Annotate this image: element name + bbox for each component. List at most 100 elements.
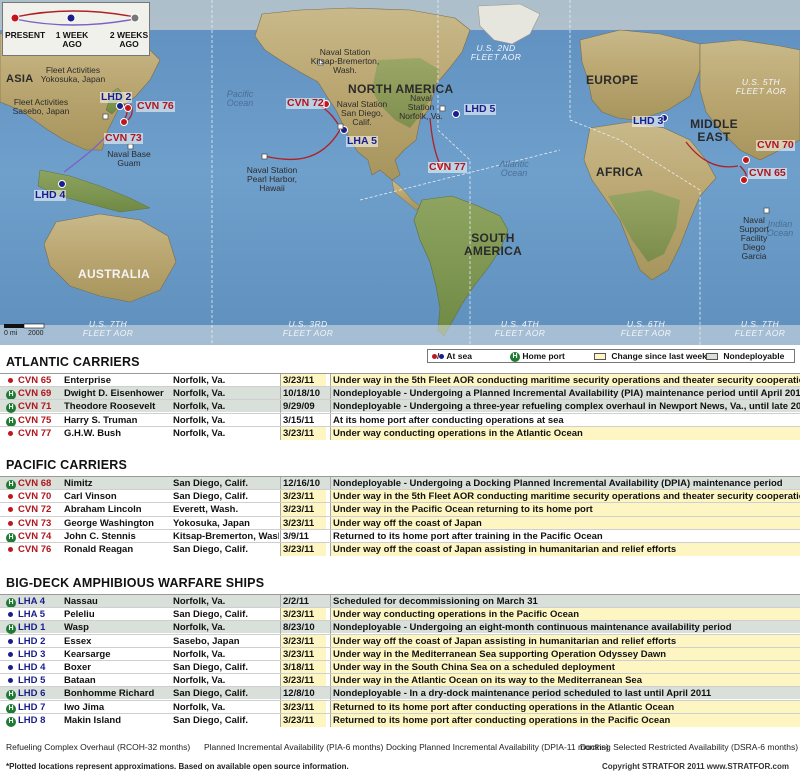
status-text: Under way in the Mediterranean Sea suppo… <box>330 647 800 661</box>
ship-label-cvn76: CVN 76 <box>136 100 175 113</box>
hull-number: CVN 70 <box>18 491 52 503</box>
copyright: Copyright STRATFOR 2011 www.STRATFOR.com <box>602 762 789 771</box>
hull-number: CVN 75 <box>18 414 52 426</box>
status-date: 12/8/10 <box>280 687 326 701</box>
status-text: Under way off the coast of Japan assisti… <box>330 543 800 556</box>
status-date: 3/23/11 <box>280 647 326 661</box>
table-row: LHA 5 Peleliu San Diego, Calif. 3/23/11 Unde… <box>0 607 800 622</box>
legend-home-port-label: Home port <box>522 351 565 361</box>
hull-number: CVN 74 <box>18 530 52 542</box>
row-status-icon: H <box>6 387 18 401</box>
base-yokosuka: Fleet Activities Yokosuka, Japan <box>40 65 106 84</box>
blue-dot-icon <box>439 354 445 360</box>
status-text: Under way off the coast of Japan assisti… <box>330 634 800 648</box>
home-port: San Diego, Calif. <box>173 609 248 621</box>
status-date: 10/18/10 <box>280 387 326 401</box>
row-status-icon <box>6 503 18 516</box>
status-date: 3/23/11 <box>280 374 326 387</box>
blue-dot-icon <box>8 651 13 657</box>
row-status-icon: H <box>6 621 18 635</box>
status-date: 3/23/11 <box>280 426 326 440</box>
home-port: Norfolk, Va. <box>173 375 226 386</box>
home-port: San Diego, Calif. <box>173 662 248 673</box>
row-status-icon: H <box>6 530 18 543</box>
status-legend: / At sea H Home port Change since last w… <box>427 349 795 363</box>
table-row: H CVN 75 Harry S. Truman Norfolk, Va. 3/15/1… <box>0 412 800 427</box>
row-status-icon <box>6 543 18 556</box>
section-title: ATLANTIC CARRIERS <box>6 355 140 369</box>
status-text: Scheduled for decommissioning on March 3… <box>330 595 800 608</box>
table-row: CVN 73 George Washington Yokosuka, Japan 3/… <box>0 515 800 530</box>
aor-7th-fleet-east: U.S. 7TH FLEET AOR <box>734 319 786 338</box>
ship-label-lhd5: LHD 5 <box>464 103 497 116</box>
ocean-pacific: Pacific Ocean <box>226 89 254 109</box>
hull-number: LHA 5 <box>18 609 46 621</box>
legend-at-sea: / At sea <box>432 350 472 362</box>
hull-number: LHD 8 <box>18 714 46 726</box>
table-row: CVN 72 Abraham Lincoln Everett, Wash. 3/23/… <box>0 502 800 517</box>
row-status-icon: H <box>6 701 18 714</box>
table-row: LHD 3 Kearsarge Norfolk, Va. 3/23/11 Under w… <box>0 646 800 661</box>
home-port: Norfolk, Va. <box>173 622 226 634</box>
red-dot-icon <box>8 494 13 500</box>
table-row: H CVN 68 Nimitz San Diego, Calif. 12/16/10 No… <box>0 476 800 490</box>
blue-dot-icon <box>8 678 13 684</box>
row-status-icon <box>6 661 18 674</box>
base-guam: Naval Base Guam <box>107 149 151 168</box>
status-text: Nondeployable - Undergoing a three-year … <box>330 400 800 414</box>
home-port: Norfolk, Va. <box>173 648 226 660</box>
table-row: CVN 65 Enterprise Norfolk, Va. 3/23/11 Under… <box>0 373 800 387</box>
status-text: Under way in the South China Sea on a sc… <box>330 661 800 674</box>
world-map: PRESENT 1 WEEK AGO 2 WEEKS AGO ASIA NORT… <box>0 0 800 345</box>
ship-label-lhd2: LHD 2 <box>100 91 133 104</box>
aor-2nd-fleet: U.S. 2ND FLEET AOR <box>470 43 522 62</box>
hull-number: CVN 71 <box>18 401 52 413</box>
plot-approximation-note: *Plotted locations represent approximati… <box>6 762 349 771</box>
hull-number: CVN 73 <box>18 517 52 529</box>
table-row: H CVN 74 John C. Stennis Kitsap-Bremerton, … <box>0 528 800 543</box>
ship-name: Enterprise <box>64 375 111 386</box>
row-status-icon: H <box>6 414 18 427</box>
ship-name: Kearsarge <box>64 648 111 660</box>
ship-name: Theodore Roosevelt <box>64 401 156 413</box>
region-middle-east: MIDDLE EAST <box>690 117 738 144</box>
red-dot-icon <box>8 430 13 436</box>
home-port: San Diego, Calif. <box>173 544 248 555</box>
blue-dot-icon <box>8 638 13 644</box>
scale-bar: 0 mi 2000 <box>2 318 46 340</box>
ship-label-cvn70: CVN 70 <box>756 139 795 152</box>
home-port: Yokosuka, Japan <box>173 517 250 529</box>
map-legend: PRESENT 1 WEEK AGO 2 WEEKS AGO <box>2 2 150 56</box>
home-port: Norfolk, Va. <box>173 414 226 426</box>
abbreviation-pia: Planned Incremental Availability (PIA-6 … <box>204 742 384 752</box>
base-sasebo: Fleet Activities Sasebo, Japan <box>12 97 70 116</box>
status-date: 3/9/11 <box>280 529 326 543</box>
legend-track-sample <box>10 10 140 26</box>
ship-name: Boxer <box>64 662 91 673</box>
table-row: H CVN 71 Theodore Roosevelt Norfolk, Va. 9/2… <box>0 399 800 414</box>
hull-number: LHD 3 <box>18 648 46 660</box>
status-text: Returned to its home port after conducti… <box>330 700 800 714</box>
legend-present-label: PRESENT <box>5 30 46 40</box>
home-port: Norfolk, Va. <box>173 675 226 687</box>
hull-number: LHD 2 <box>18 635 46 647</box>
row-status-icon <box>6 427 18 440</box>
blue-dot-icon <box>8 612 13 618</box>
hull-number: LHD 5 <box>18 675 46 687</box>
red-dot-icon <box>432 354 437 360</box>
hull-number: LHD 1 <box>18 622 46 634</box>
legend-nondeployable: Nondeployable <box>706 350 784 362</box>
home-port: San Diego, Calif. <box>173 688 248 700</box>
ship-name: Bataan <box>64 675 96 687</box>
status-text: Under way off the coast of Japan <box>330 516 800 530</box>
row-status-icon <box>6 674 18 687</box>
status-date: 12/16/10 <box>280 477 326 490</box>
legend-home-port: H Home port <box>510 350 565 363</box>
table-row: CVN 76 Ronald Reagan San Diego, Calif. 3/23… <box>0 542 800 556</box>
base-diego-garcia: Naval Support Facility Diego Garcia <box>739 215 769 261</box>
table-row: LHD 5 Bataan Norfolk, Va. 3/23/11 Under way … <box>0 673 800 688</box>
ship-name: John C. Stennis <box>64 530 136 542</box>
home-port: Kitsap-Bremerton, Wash. <box>173 530 279 542</box>
change-swatch <box>594 353 606 361</box>
ship-name: Nimitz <box>64 478 93 489</box>
